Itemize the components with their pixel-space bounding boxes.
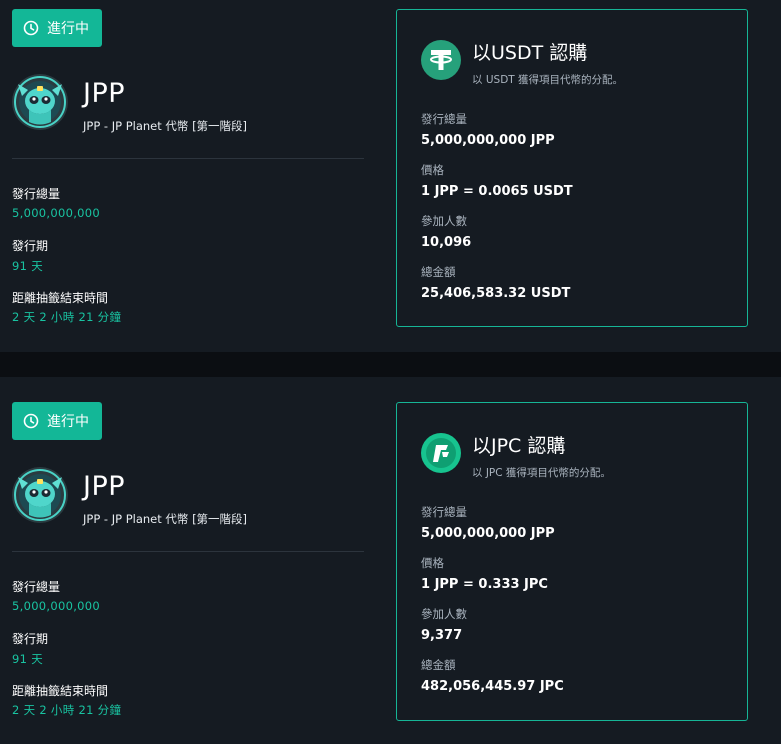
supply-value: 5,000,000,000 xyxy=(12,206,101,220)
token-sale-card: 進行中 JPP JPP - JP Planet 代幣 [第一階段] 發行總量 5… xyxy=(0,0,781,352)
panel-supply-label: 發行總量 xyxy=(421,505,467,519)
panel-participants-value: 9,377 xyxy=(421,628,463,643)
token-subtitle: JPP - JP Planet 代幣 [第一階段] xyxy=(83,512,248,526)
token-avatar xyxy=(12,467,68,523)
countdown-value: 2 天 2 小時 21 分鐘 xyxy=(12,703,122,717)
panel-total-value: 25,406,583.32 USDT xyxy=(421,286,571,301)
status-badge[interactable]: 進行中 xyxy=(12,9,102,47)
panel-description: 以 USDT 獲得項目代幣的分配。 xyxy=(472,74,624,86)
supply-label: 發行總量 xyxy=(12,187,61,201)
card-separator xyxy=(0,352,781,377)
token-sale-card: 進行中 JPP JPP - JP Planet 代幣 [第一階段] 發行總量 5… xyxy=(0,377,781,744)
token-name: JPP xyxy=(83,78,126,109)
panel-total-label: 總金額 xyxy=(421,658,456,672)
panel-participants-value: 10,096 xyxy=(421,235,472,250)
status-badge[interactable]: 進行中 xyxy=(12,402,102,440)
subscribe-panel-usdt[interactable]: 以USDT 認購 以 USDT 獲得項目代幣的分配。 發行總量 5,000,00… xyxy=(396,9,748,327)
countdown-label: 距離抽籤結束時間 xyxy=(12,684,109,698)
countdown-value: 2 天 2 小時 21 分鐘 xyxy=(12,310,122,324)
panel-title: 以USDT 認購 xyxy=(472,42,588,64)
period-value: 91 天 xyxy=(12,259,43,273)
status-label: 進行中 xyxy=(47,21,89,37)
status-label: 進行中 xyxy=(47,414,89,430)
panel-price-label: 價格 xyxy=(421,163,444,177)
subscribe-panel-jpc[interactable]: 以JPC 認購 以 JPC 獲得項目代幣的分配。 發行總量 5,000,000,… xyxy=(396,402,748,721)
panel-total-value: 482,056,445.97 JPC xyxy=(421,679,564,694)
period-label: 發行期 xyxy=(12,239,49,253)
panel-supply-value: 5,000,000,000 JPP xyxy=(421,133,555,148)
panel-participants-label: 參加人數 xyxy=(421,607,467,621)
supply-label: 發行總量 xyxy=(12,580,61,594)
countdown-label: 距離抽籤結束時間 xyxy=(12,291,109,305)
clock-icon xyxy=(23,413,39,429)
supply-value: 5,000,000,000 xyxy=(12,599,101,613)
divider xyxy=(12,158,364,159)
period-label: 發行期 xyxy=(12,632,49,646)
panel-participants-label: 參加人數 xyxy=(421,214,467,228)
panel-total-label: 總金額 xyxy=(421,265,456,279)
panel-title: 以JPC 認購 xyxy=(472,435,566,457)
clock-icon xyxy=(23,20,39,36)
token-subtitle: JPP - JP Planet 代幣 [第一階段] xyxy=(83,119,248,133)
jpc-icon xyxy=(421,433,461,473)
panel-supply-label: 發行總量 xyxy=(421,112,467,126)
token-name: JPP xyxy=(83,471,126,502)
panel-price-label: 價格 xyxy=(421,556,444,570)
panel-description: 以 JPC 獲得項目代幣的分配。 xyxy=(472,467,611,479)
token-avatar xyxy=(12,74,68,130)
panel-price-value: 1 JPP = 0.333 JPC xyxy=(421,577,548,592)
divider xyxy=(12,551,364,552)
tether-icon xyxy=(421,40,461,80)
panel-supply-value: 5,000,000,000 JPP xyxy=(421,526,555,541)
period-value: 91 天 xyxy=(12,652,43,666)
panel-price-value: 1 JPP = 0.0065 USDT xyxy=(421,184,573,199)
